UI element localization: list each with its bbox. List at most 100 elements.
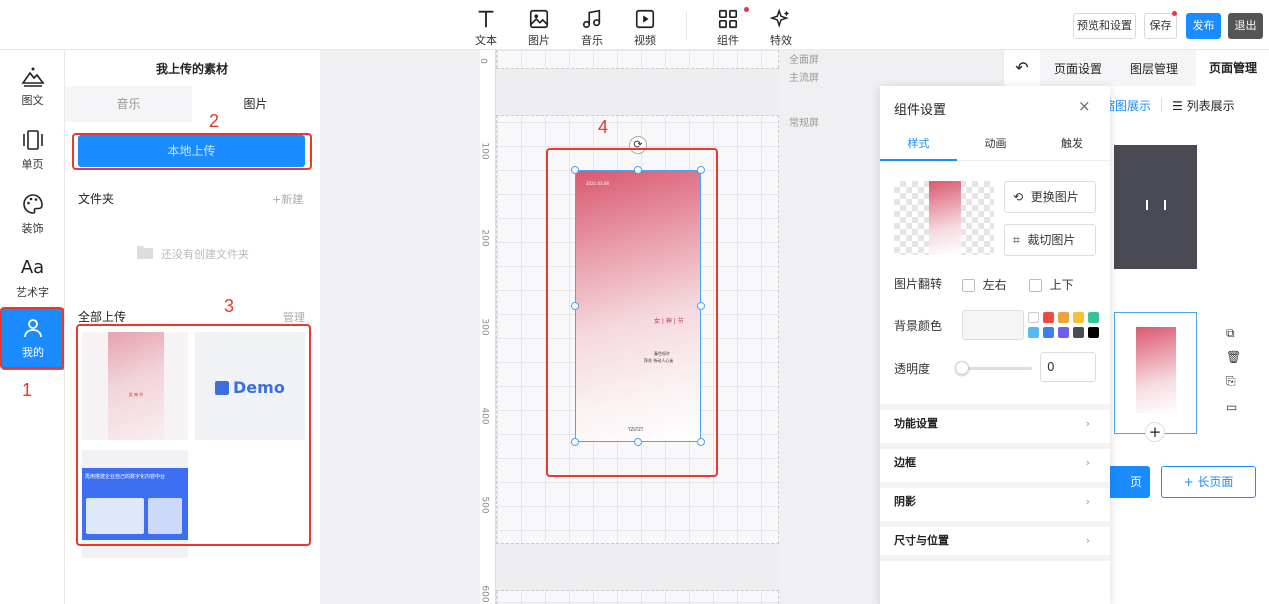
color-swatch[interactable] (1058, 327, 1069, 338)
annotation-box-2 (72, 133, 312, 170)
tool-component[interactable]: 组件 (708, 6, 748, 47)
color-swatch[interactable] (1043, 312, 1054, 323)
component-icon (718, 9, 738, 29)
section-shadow[interactable]: 阴影 › (880, 482, 1110, 516)
rail-item-graphics[interactable]: 图文 (0, 56, 65, 118)
component-tabs: 样式 动画 触发 (880, 130, 1110, 161)
tab-trigger[interactable]: 触发 (1034, 130, 1110, 161)
toolbar-divider (686, 12, 687, 40)
opacity-slider[interactable] (962, 367, 1032, 370)
annotation-1: 1 (22, 380, 33, 400)
crop-icon: ⌗ (1013, 233, 1020, 247)
video-icon (635, 9, 655, 29)
all-uploads-label: 全部上传 (78, 310, 127, 324)
folder-page-icon[interactable]: ▭ (1226, 400, 1237, 414)
tool-effects[interactable]: 特效 (761, 6, 801, 47)
tool-video-label: 视频 (634, 34, 656, 47)
tab-page-settings[interactable]: 页面设置 (1054, 60, 1102, 77)
bg-color-label: 背景颜色 (894, 319, 943, 333)
color-swatch[interactable] (1088, 312, 1099, 323)
copy-page-icon[interactable]: ⧉ (1226, 326, 1235, 341)
section-size-position[interactable]: 尺寸与位置 › (880, 521, 1110, 555)
chevron-right-icon: › (1085, 417, 1090, 430)
replace-image-button[interactable]: ⟲ 更换图片 (1004, 181, 1096, 213)
rail-item-single-page[interactable]: 单页 (0, 120, 65, 182)
new-folder-link[interactable]: +新建 (272, 191, 303, 207)
replace-image-label: 更换图片 (1030, 190, 1079, 204)
rail-item-art-text[interactable]: Aa 艺术字 (0, 248, 65, 310)
tab-music[interactable]: 音乐 (65, 86, 192, 122)
bg-color-input[interactable] (962, 310, 1024, 340)
tab-layer-management[interactable]: 图层管理 (1130, 60, 1178, 77)
section-label: 边框 (894, 456, 916, 469)
annotation-3: 3 (224, 296, 235, 316)
color-swatch[interactable] (1088, 327, 1099, 338)
ruler-tick: 600 (479, 585, 490, 603)
rail-item-decoration[interactable]: 装饰 (0, 184, 65, 246)
flip-lr-checkbox[interactable] (962, 279, 975, 292)
save-button[interactable]: 保存 (1144, 13, 1177, 39)
assets-title: 我上传的素材 (155, 62, 228, 76)
flip-ud-checkbox[interactable] (1029, 279, 1042, 292)
tool-video[interactable]: 视频 (625, 6, 665, 47)
chevron-right-icon: › (1085, 495, 1090, 508)
section-function-settings[interactable]: 功能设置 › (880, 404, 1110, 438)
font-aa-icon: Aa (20, 257, 45, 278)
tool-image[interactable]: 图片 (519, 6, 559, 47)
add-page-plus-icon[interactable]: + (1145, 422, 1165, 442)
view-list-toggle[interactable]: ☰ 列表展示 (1172, 97, 1235, 114)
flip-ud-option[interactable]: 上下 (1029, 276, 1074, 293)
opacity-slider-handle[interactable] (955, 361, 969, 375)
tool-text-label: 文本 (475, 34, 497, 47)
vertical-ruler: 0 100 200 300 400 500 600 (478, 50, 496, 604)
page-thumbnail-active[interactable] (1114, 312, 1197, 434)
color-swatch[interactable] (1028, 312, 1039, 323)
section-label: 尺寸与位置 (894, 534, 949, 547)
label-normal-screen: 常规屏 (789, 118, 819, 129)
label-main-screen: 主流屏 (789, 73, 819, 84)
exit-button[interactable]: 退出 (1228, 13, 1263, 39)
delete-page-icon[interactable]: 🗑 (1226, 350, 1241, 364)
flip-ud-label: 上下 (1049, 278, 1074, 292)
preview-settings-button[interactable]: 预览和设置 (1073, 13, 1136, 39)
tool-component-label: 组件 (717, 34, 739, 47)
color-swatch[interactable] (1073, 312, 1084, 323)
page-thumbnail-dark[interactable] (1114, 145, 1197, 269)
annotation-4: 4 (598, 117, 609, 137)
add-long-page-button[interactable]: + 长页面 (1161, 466, 1256, 498)
rail-label: 图文 (21, 94, 44, 107)
single-page-icon (22, 130, 43, 150)
ruler-tick: 200 (479, 229, 490, 247)
tab-style[interactable]: 样式 (880, 130, 957, 161)
tool-music-label: 音乐 (581, 34, 603, 47)
tool-text[interactable]: 文本 (466, 6, 506, 47)
opacity-input[interactable]: 0 (1040, 352, 1096, 382)
section-border[interactable]: 边框 › (880, 443, 1110, 477)
section-label: 阴影 (894, 495, 916, 508)
manage-link[interactable]: 管理 (283, 309, 305, 325)
color-swatch[interactable] (1043, 327, 1054, 338)
crop-image-label: 裁切图片 (1027, 233, 1076, 247)
ruler-tick: 100 (479, 142, 490, 160)
tab-page-management[interactable]: 页面管理 (1196, 50, 1269, 86)
crop-image-button[interactable]: ⌗ 裁切图片 (1004, 224, 1096, 256)
rail-label: 单页 (21, 158, 44, 171)
ruler-tick: 500 (479, 496, 490, 514)
image-preview-poster (929, 181, 961, 255)
color-swatch[interactable] (1028, 327, 1039, 338)
music-icon (582, 9, 601, 29)
page-panel-tabs: 页面设置 图层管理 页面管理 (1040, 50, 1269, 86)
image-icon (529, 9, 549, 29)
folder-icon (137, 246, 153, 259)
notification-dot (744, 7, 749, 12)
undo-arrow-icon[interactable]: ↶ (1004, 50, 1040, 86)
tab-animation[interactable]: 动画 (957, 130, 1034, 161)
publish-button[interactable]: 发布 (1186, 13, 1221, 39)
duplicate-page-icon[interactable]: ⎘ (1226, 374, 1236, 389)
color-swatch[interactable] (1073, 327, 1084, 338)
add-page-button[interactable]: 页 (1104, 466, 1150, 498)
flip-lr-option[interactable]: 左右 (962, 276, 1007, 293)
tool-music[interactable]: 音乐 (572, 6, 612, 47)
close-icon[interactable]: × (1078, 97, 1091, 115)
color-swatch[interactable] (1058, 312, 1069, 323)
